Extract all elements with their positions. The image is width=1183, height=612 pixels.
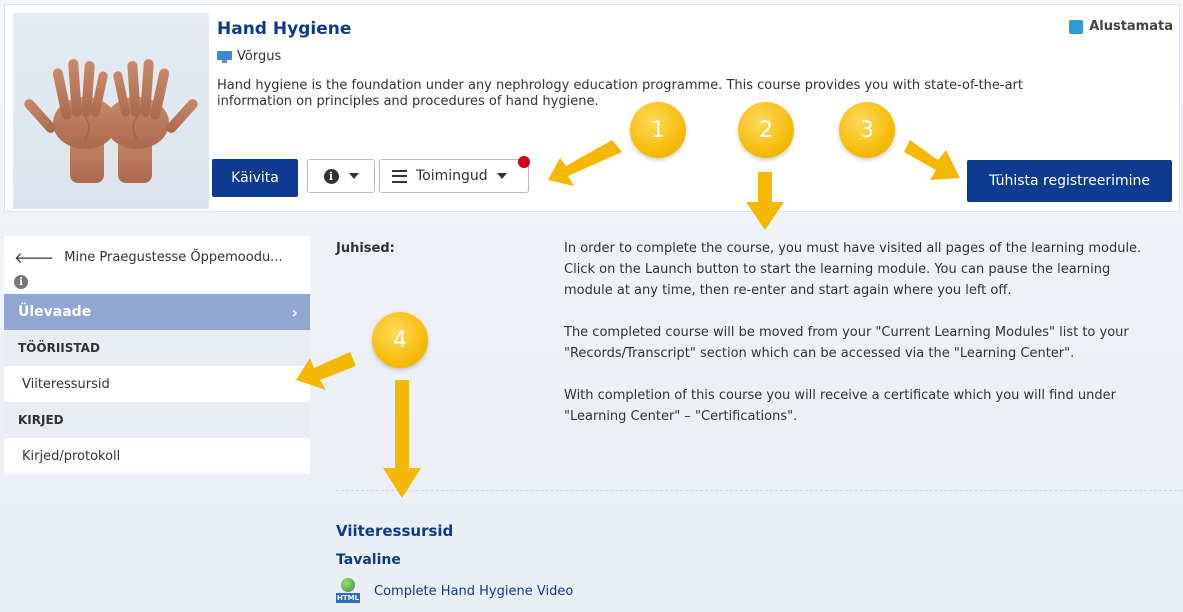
arrow-left-icon: 🡐 [14, 249, 55, 267]
info-dropdown-button[interactable]: i [307, 159, 375, 193]
back-row: 🡐 Mine Praegustesse Õppemoodu... i [4, 236, 310, 294]
back-link[interactable]: 🡐 Mine Praegustesse Õppemoodu... [14, 248, 300, 267]
html-icon-label: HTML [336, 593, 360, 603]
instructions-body: In order to complete the course, you mus… [564, 238, 1149, 448]
status-badge: Alustamata [1069, 19, 1173, 34]
annotation-badge-3: 3 [839, 102, 895, 158]
annotation-badge-1: 1 [630, 102, 686, 158]
overview-label: Ülevaade [18, 304, 92, 320]
delivery-type: Võrgus [217, 49, 281, 64]
section-heading-tools: TÖÖRIISTAD [4, 330, 310, 366]
notification-dot [518, 156, 530, 168]
chevron-down-icon [348, 173, 359, 179]
instructions-paragraph: The completed course will be moved from … [564, 325, 1129, 361]
references-subtitle: Tavaline [336, 552, 401, 568]
actions-label: Toimingud [416, 168, 488, 184]
sidebar-item-references[interactable]: Viiteressursid [4, 366, 310, 402]
instructions-paragraph: In order to complete the course, you mus… [564, 241, 1142, 298]
reference-link[interactable]: HTML Complete Hand Hygiene Video [336, 578, 573, 604]
sidebar-item-overview[interactable]: Ülevaade › [4, 294, 310, 330]
instructions-paragraph: With completion of this course you will … [564, 388, 1117, 424]
status-square-icon [1069, 19, 1084, 34]
actions-dropdown-button[interactable]: Toimingud [379, 159, 529, 193]
unregister-button[interactable]: Tühista registreerimine [967, 160, 1172, 202]
info-icon[interactable]: i [14, 275, 28, 289]
annotation-arrow-4b [383, 380, 421, 498]
references-title: Viiteressursid [336, 522, 454, 540]
sidebar: 🡐 Mine Praegustesse Õppemoodu... i Üleva… [4, 236, 310, 474]
chevron-down-icon [496, 173, 507, 179]
launch-button[interactable]: Käivita [212, 159, 298, 197]
status-label: Alustamata [1089, 19, 1173, 34]
course-title: Hand Hygiene [217, 19, 352, 39]
html-file-icon: HTML [336, 578, 360, 604]
open-hands-image [24, 59, 198, 183]
monitor-icon [217, 50, 232, 63]
delivery-label: Võrgus [237, 49, 282, 64]
chevron-right-icon: › [291, 302, 298, 322]
annotation-badge-2: 2 [738, 102, 794, 158]
divider [336, 490, 1182, 491]
info-icon: i [323, 168, 339, 184]
back-label: Mine Praegustesse Õppemoodu... [64, 250, 283, 265]
annotation-badge-4: 4 [372, 312, 428, 368]
course-thumbnail [13, 13, 209, 209]
sidebar-item-transcript[interactable]: Kirjed/protokoll [4, 438, 310, 474]
reference-link-label: Complete Hand Hygiene Video [374, 583, 574, 599]
instructions-label: Juhised: [336, 241, 395, 256]
list-icon [392, 169, 407, 183]
section-heading-records: KIRJED [4, 402, 310, 438]
course-description: Hand hygiene is the foundation under any… [217, 78, 1023, 109]
